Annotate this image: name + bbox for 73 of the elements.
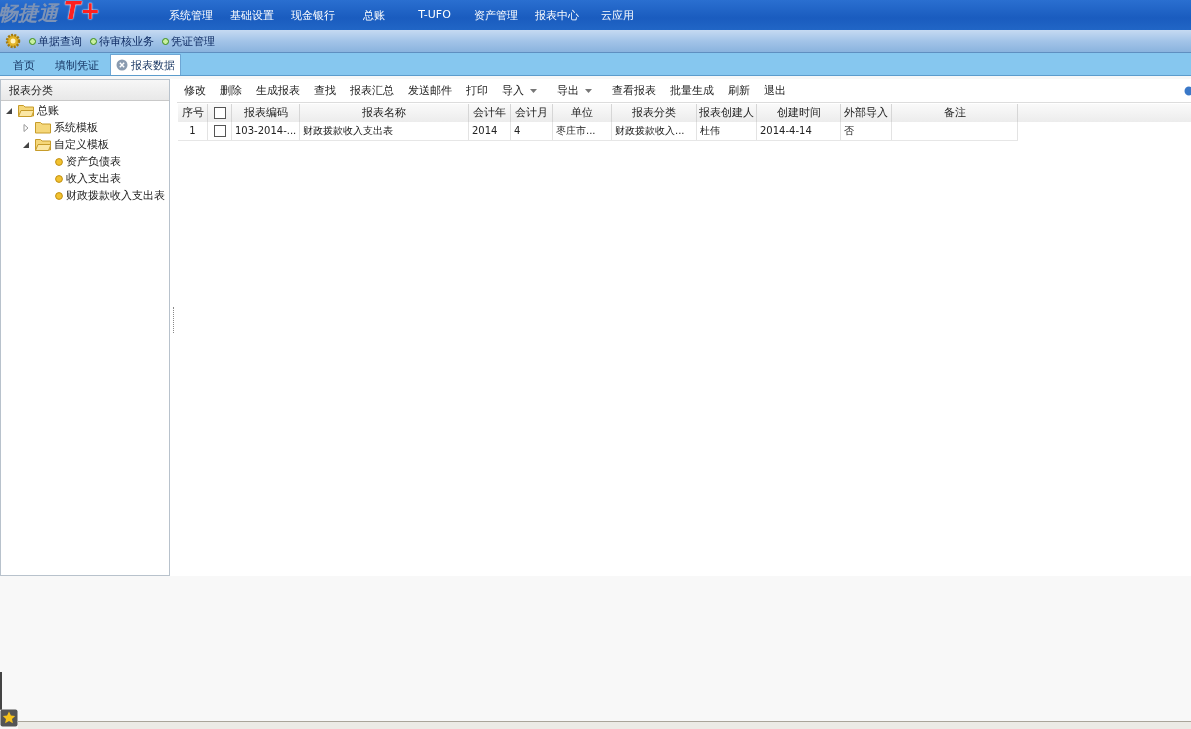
column-header[interactable]: 报表创建人 xyxy=(697,104,757,122)
horizontal-scrollbar[interactable] xyxy=(18,721,1191,729)
column-header[interactable]: 单位 xyxy=(553,104,612,122)
close-icon[interactable] xyxy=(116,59,128,71)
nav-menu-item[interactable]: 总账 xyxy=(343,7,404,23)
dot-icon xyxy=(55,157,63,166)
tree-item[interactable]: 收入支出表 xyxy=(66,171,121,186)
nav-menu-item[interactable]: 基础设置 xyxy=(221,7,282,23)
table-cell: 财政拨款收入... xyxy=(615,125,685,136)
select-all-checkbox[interactable] xyxy=(213,107,226,119)
column-header[interactable]: 报表分类 xyxy=(612,104,697,122)
expander-icon[interactable] xyxy=(22,140,30,149)
table-cell: 枣庄市... xyxy=(556,125,596,136)
nav-menu-item[interactable]: T-UFO xyxy=(404,7,465,23)
toolbar-button[interactable]: 查找 xyxy=(307,80,343,101)
tree-item[interactable]: 自定义模板 xyxy=(54,137,109,152)
tree-item[interactable]: 总账 xyxy=(37,103,59,118)
column-header[interactable]: 序号 xyxy=(178,104,208,122)
toolbar-button[interactable]: 导出 xyxy=(550,80,605,101)
caret-icon xyxy=(530,88,537,93)
column-header[interactable]: 报表名称 xyxy=(300,104,469,122)
tree-item[interactable]: 系统模板 xyxy=(54,120,98,135)
quick-link[interactable]: 待审核业务 xyxy=(90,33,154,49)
toolbar-button[interactable]: 导入 xyxy=(495,80,550,101)
nav-menu-item[interactable]: 资产管理 xyxy=(465,7,526,23)
table-cell: 否 xyxy=(844,125,854,136)
nav-menu-item[interactable]: 系统管理 xyxy=(160,7,221,23)
dot-icon xyxy=(55,191,63,200)
toolbar-button[interactable]: 发送邮件 xyxy=(401,80,459,101)
tab[interactable]: 首页 xyxy=(4,55,44,75)
folder-icon xyxy=(35,121,51,134)
folder-icon xyxy=(35,138,51,151)
nav-menu-item[interactable]: 报表中心 xyxy=(526,7,587,23)
column-header[interactable]: 报表编码 xyxy=(232,104,300,122)
toolbar-button[interactable]: 打印 xyxy=(459,80,495,101)
caret-icon xyxy=(585,88,592,93)
toolbar-button[interactable]: 修改 xyxy=(177,80,213,101)
tab[interactable]: 报表数据 xyxy=(110,54,181,75)
row-number: 1 xyxy=(178,122,208,140)
tree-item[interactable]: 资产负债表 xyxy=(66,154,121,169)
column-header[interactable]: 备注 xyxy=(892,104,1018,122)
table-cell: 103-2014-... xyxy=(235,125,297,136)
logo-mark: T+ xyxy=(64,0,101,22)
table-cell: 4 xyxy=(514,125,521,136)
column-header[interactable]: 创建时间 xyxy=(757,104,841,122)
column-header[interactable]: 会计年 xyxy=(469,104,511,122)
quick-link[interactable]: 单据查询 xyxy=(29,33,82,49)
table-cell: 杜伟 xyxy=(700,125,720,136)
nav-menu-item[interactable]: 现金银行 xyxy=(282,7,343,23)
quick-link[interactable]: 凭证管理 xyxy=(162,33,215,49)
expander-icon[interactable] xyxy=(5,106,13,115)
table-cell: 2014-4-14 xyxy=(760,125,812,136)
folder-icon xyxy=(18,104,34,117)
dot-icon xyxy=(55,174,63,183)
column-header[interactable]: 会计月 xyxy=(511,104,553,122)
table-cell: 财政拨款收入支出表 xyxy=(303,125,393,136)
toolbar-button[interactable]: 报表汇总 xyxy=(343,80,401,101)
toolbar-button[interactable]: 退出 xyxy=(757,80,793,101)
gear-icon[interactable] xyxy=(5,33,21,49)
row-checkbox[interactable] xyxy=(213,125,226,137)
toolbar-button[interactable]: 批量生成 xyxy=(663,80,721,101)
logo-text: 畅捷通 xyxy=(0,0,58,26)
toolbar-button[interactable]: 查看报表 xyxy=(605,80,663,101)
tab[interactable]: 填制凭证 xyxy=(46,55,108,75)
toolbar-button[interactable]: 生成报表 xyxy=(249,80,307,101)
toolbar-button[interactable]: 刷新 xyxy=(721,80,757,101)
toolbar-button[interactable]: 删除 xyxy=(213,80,249,101)
star-icon[interactable] xyxy=(0,709,18,727)
panel-title: 报表分类 xyxy=(9,82,53,98)
nav-menu-item[interactable]: 云应用 xyxy=(587,7,648,23)
table-cell: 2014 xyxy=(472,125,498,136)
tree-item[interactable]: 财政拨款收入支出表 xyxy=(66,188,165,203)
column-header[interactable]: 外部导入 xyxy=(841,104,892,122)
